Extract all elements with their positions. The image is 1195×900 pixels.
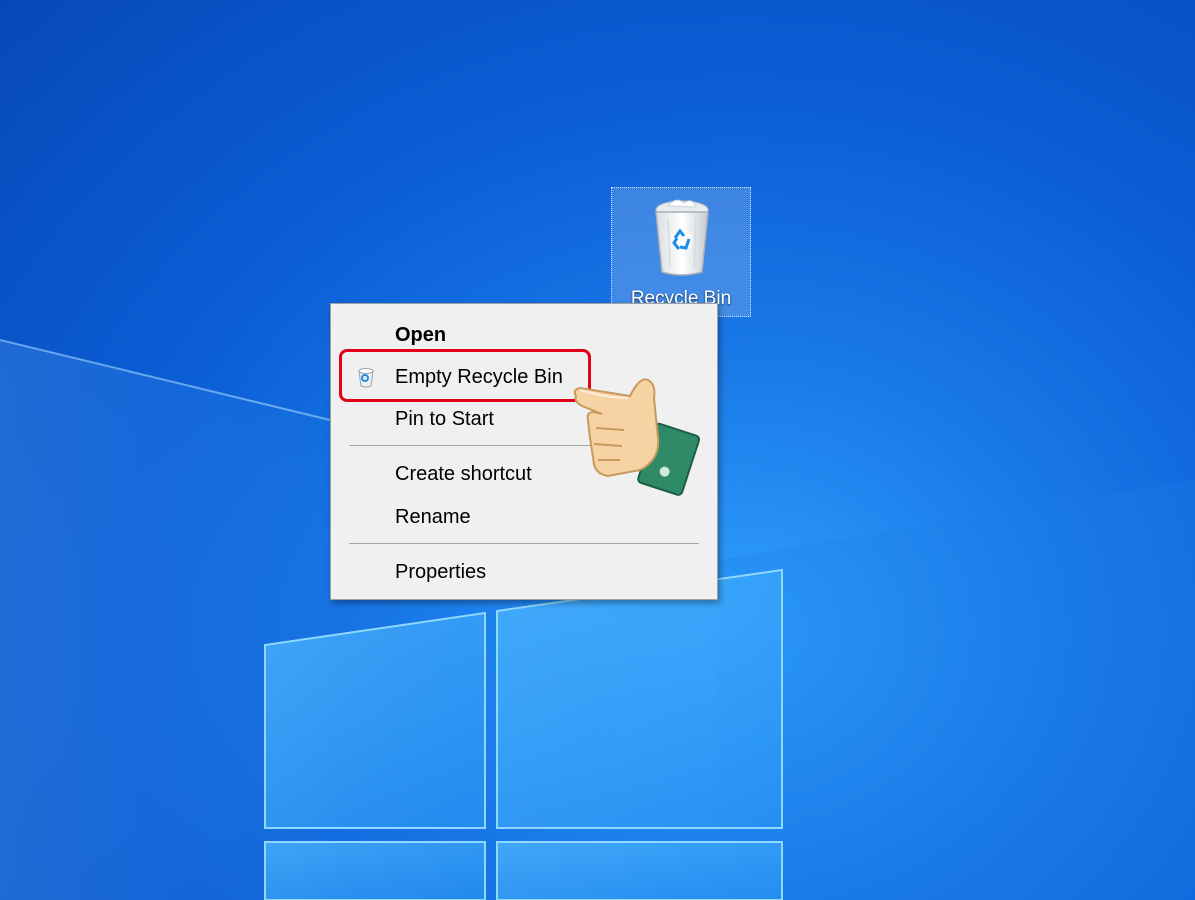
desktop[interactable]: Recycle Bin Open Empty Recycle Bin Pin t… — [0, 0, 1195, 900]
menu-item-rename[interactable]: Rename — [333, 498, 715, 536]
context-menu: Open Empty Recycle Bin Pin to Start Crea… — [330, 303, 718, 600]
menu-item-empty-recycle-bin[interactable]: Empty Recycle Bin — [333, 358, 715, 396]
recycle-bin-icon — [655, 199, 709, 276]
menu-item-pin-to-start[interactable]: Pin to Start — [333, 400, 715, 438]
menu-item-properties[interactable]: Properties — [333, 553, 715, 591]
menu-item-label: Open — [395, 324, 447, 346]
menu-item-label: Rename — [395, 506, 471, 528]
recycle-bin-small-icon — [358, 368, 374, 388]
menu-item-label: Empty Recycle Bin — [395, 366, 563, 388]
menu-separator — [349, 445, 699, 446]
menu-item-label: Properties — [395, 561, 487, 583]
menu-separator — [349, 543, 699, 544]
menu-item-label: Pin to Start — [395, 408, 494, 430]
menu-item-create-shortcut[interactable]: Create shortcut — [333, 455, 715, 493]
menu-item-open[interactable]: Open — [333, 316, 715, 354]
menu-item-label: Create shortcut — [395, 463, 532, 485]
recycle-bin-desktop-icon[interactable]: Recycle Bin — [611, 187, 751, 317]
